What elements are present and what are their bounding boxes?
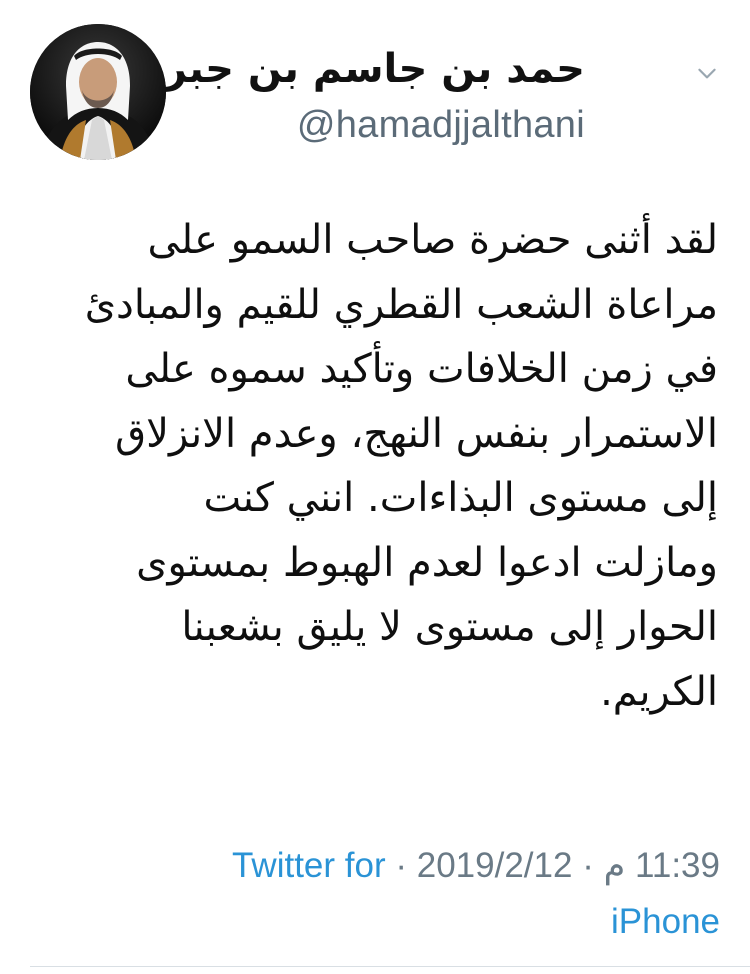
meta-separator: · [582,846,594,885]
tweet-text-line: الكريم. [600,668,718,715]
profile-photo [30,24,166,160]
tweet-text: لقد أثنى حضرة صاحب السمو على مراعاة الشع… [38,208,718,724]
author-name-row[interactable]: حمد بن جاسم بن جبر [120,40,585,98]
avatar[interactable] [30,24,166,160]
more-options-button[interactable] [690,56,724,90]
tweet-text-line: مراعاة الشعب القطري للقيم والمبادئ [84,281,718,328]
divider [30,966,750,967]
meta-separator: · [395,846,408,885]
tweet-text-line: إلى مستوى البذاءات. انني كنت [203,475,718,521]
author-handle[interactable]: @hamadjjalthani [205,104,585,147]
tweet-author: حمد بن جاسم بن جبر @hamadjjalthani [120,40,585,147]
tweet-card: حمد بن جاسم بن جبر @hamadjjalthani لقد أ… [0,0,750,974]
tweet-text-line: الاستمرار بنفس النهج، وعدم الانزلاق [115,410,718,457]
author-display-name[interactable]: حمد بن جاسم بن جبر [164,46,585,92]
chevron-down-icon [698,68,716,79]
tweet-text-line: ومازلت ادعوا لعدم الهبوط بمستوى [136,539,718,586]
tweet-text-line: في زمن الخلافات وتأكيد سموه على [125,346,718,392]
tweet-time[interactable]: 11:39 م [604,846,720,885]
tweet-date[interactable]: 2019/2/12 [417,846,573,885]
tweet-text-line: لقد أثنى حضرة صاحب السمو على [147,217,718,263]
tweet-meta: 11:39 م · 2019/2/12 · Twitter for iPhone [120,838,720,950]
tweet-text-line: الحوار إلى مستوى لا يليق بشعبنا [181,604,718,650]
